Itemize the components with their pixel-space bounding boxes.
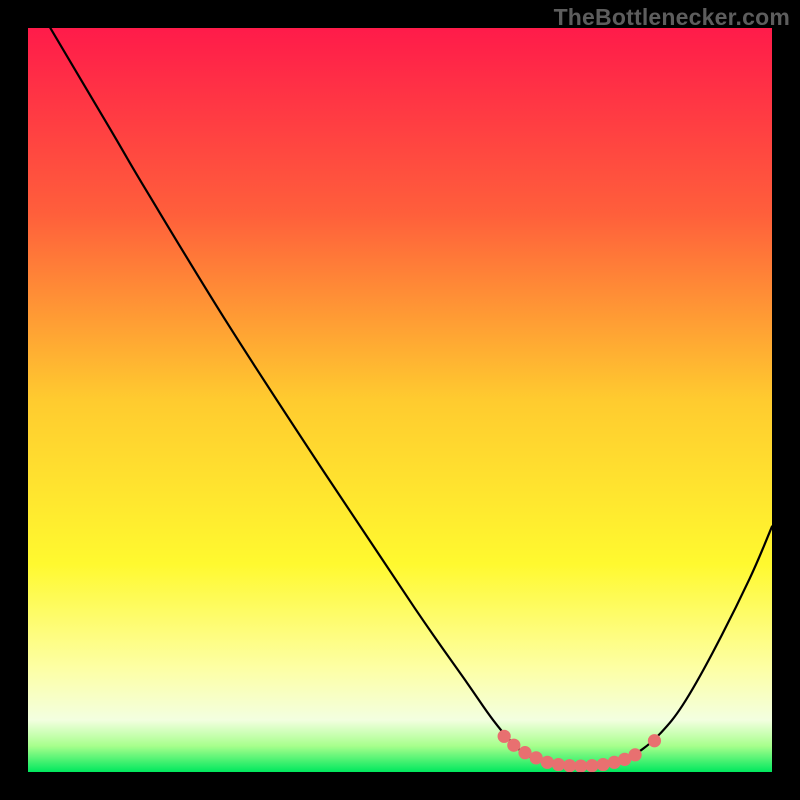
marker-dot <box>498 730 511 743</box>
gradient-background <box>28 28 772 772</box>
marker-dot <box>585 759 598 772</box>
marker-dot <box>507 739 520 752</box>
watermark-text: TheBottlenecker.com <box>554 4 790 31</box>
plot-area <box>28 28 772 772</box>
marker-dot <box>597 758 610 771</box>
marker-dot <box>541 756 554 769</box>
marker-dot <box>648 734 661 747</box>
chart-svg <box>28 28 772 772</box>
marker-dot <box>552 758 565 771</box>
marker-dot <box>629 748 642 761</box>
